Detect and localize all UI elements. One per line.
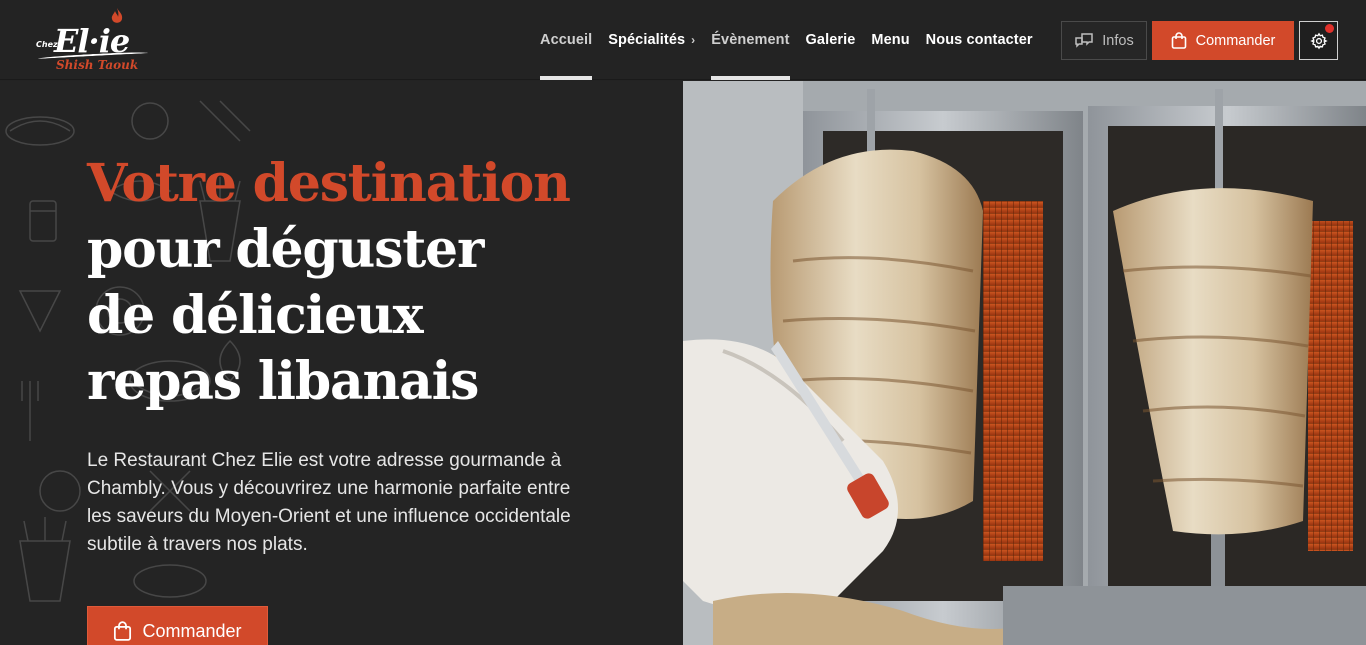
nav-item-contact[interactable]: Nous contacter <box>918 0 1041 80</box>
hero-intro: Le Restaurant Chez Elie est votre adress… <box>87 450 571 555</box>
nav-item-galerie[interactable]: Galerie <box>798 0 864 80</box>
shawarma-rotisserie-photo <box>683 81 1366 645</box>
commander-button-hero[interactable]: Commander <box>87 606 268 645</box>
chevron-right-icon: › <box>691 33 696 47</box>
nav-item-label: Menu <box>871 32 910 48</box>
hero-photo-illustration <box>683 81 1366 645</box>
chat-bubbles-icon <box>1075 32 1094 48</box>
nav-item-menu[interactable]: Menu <box>863 0 917 80</box>
shopping-bag-icon <box>114 621 132 641</box>
logo[interactable]: Chez El·ie Shish Taouk <box>36 8 158 72</box>
infos-label: Infos <box>1102 32 1134 49</box>
settings-button[interactable] <box>1299 21 1338 60</box>
nav-item-label: Nous contacter <box>925 32 1033 48</box>
gear-icon <box>1309 32 1328 49</box>
logo-subtitle: Shish Taouk <box>56 58 139 72</box>
notification-dot <box>1325 24 1334 33</box>
nav-item-accueil[interactable]: Accueil <box>532 0 600 80</box>
commander-label: Commander <box>1195 32 1276 49</box>
main-nav: Accueil Spécialités › Évènement Galerie … <box>532 0 1041 80</box>
commander-button-header[interactable]: Commander <box>1152 21 1294 60</box>
headline-line: de délicieux <box>87 285 424 346</box>
nav-item-evenement[interactable]: Évènement <box>703 0 797 80</box>
commander-label: Commander <box>142 620 242 641</box>
nav-item-label: Évènement <box>711 32 790 48</box>
site-header: Chez El·ie Shish Taouk Accueil Spécialit… <box>0 0 1366 80</box>
headline-line: repas libanais <box>87 351 479 412</box>
active-underline <box>540 76 593 80</box>
nav-item-label: Accueil <box>540 32 593 48</box>
headline-line: pour déguster <box>87 219 484 280</box>
hero-section: Votre destination pour déguster de délic… <box>0 81 683 645</box>
headline-accent: Votre destination <box>87 153 571 214</box>
hero-headline: Votre destination pour déguster de délic… <box>87 151 571 415</box>
nav-item-label: Spécialités <box>608 32 686 48</box>
infos-button[interactable]: Infos <box>1061 21 1147 60</box>
nav-item-label: Galerie <box>805 32 856 48</box>
shopping-bag-icon <box>1171 32 1186 49</box>
nav-item-specialites[interactable]: Spécialités › <box>600 0 703 80</box>
active-underline <box>711 76 790 80</box>
